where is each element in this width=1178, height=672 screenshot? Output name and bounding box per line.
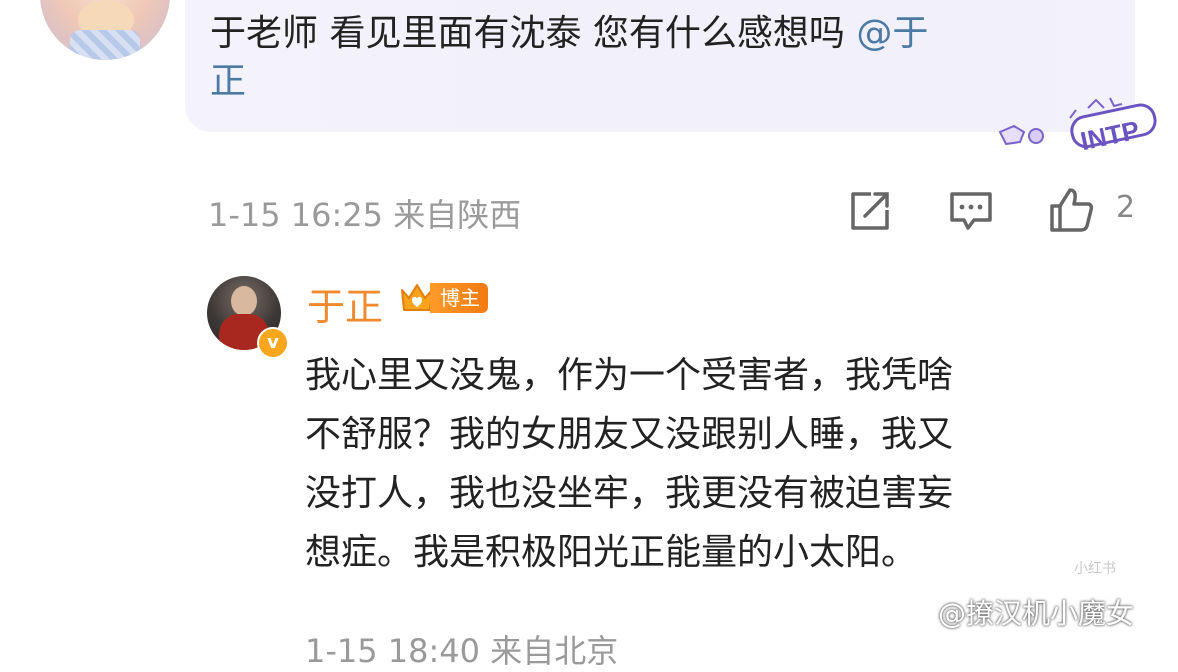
verified-badge: v	[257, 327, 289, 359]
comment-time-location: 1-15 16:25 来自陕西	[208, 196, 522, 234]
reply-author-name[interactable]: 于正	[307, 276, 383, 331]
share-icon[interactable]	[847, 188, 893, 234]
mention-link-continued[interactable]: 正	[210, 61, 246, 102]
watermark: @撩汉机小魔女	[938, 597, 1135, 630]
reply-line: 没打人，我也没坐牢，我更没有被迫害妄	[305, 473, 954, 514]
comment-text-body: 于老师 看见里面有沈泰 您有什么感想吗	[210, 13, 857, 54]
mention-link[interactable]: @于	[856, 13, 928, 54]
comment-icon[interactable]	[948, 188, 994, 234]
commenter-avatar[interactable]	[40, 0, 170, 60]
like-count: 2	[1116, 190, 1136, 225]
reply-line: 不舒服？我的女朋友又没跟别人睡，我又	[305, 414, 954, 455]
blogger-badge: 博主	[398, 280, 488, 316]
reply-text: 我心里又没鬼，作为一个受害者，我凭啥 不舒服？我的女朋友又没跟别人睡，我又 没打…	[305, 346, 1125, 582]
reply-line: 我心里又没鬼，作为一个受害者，我凭啥	[305, 355, 954, 396]
like-icon[interactable]	[1048, 186, 1094, 232]
intp-sticker-icon: INTP	[998, 97, 1157, 156]
blogger-label: 博主	[430, 283, 488, 313]
comment-text: 于老师 看见里面有沈泰 您有什么感想吗 @于 正	[210, 10, 1120, 106]
small-watermark: 小红书	[1074, 561, 1116, 577]
reply-time-location: 1-15 18:40 来自北京	[305, 632, 619, 670]
reply-line: 想症。我是积极阳光正能量的小太阳。	[305, 532, 918, 573]
